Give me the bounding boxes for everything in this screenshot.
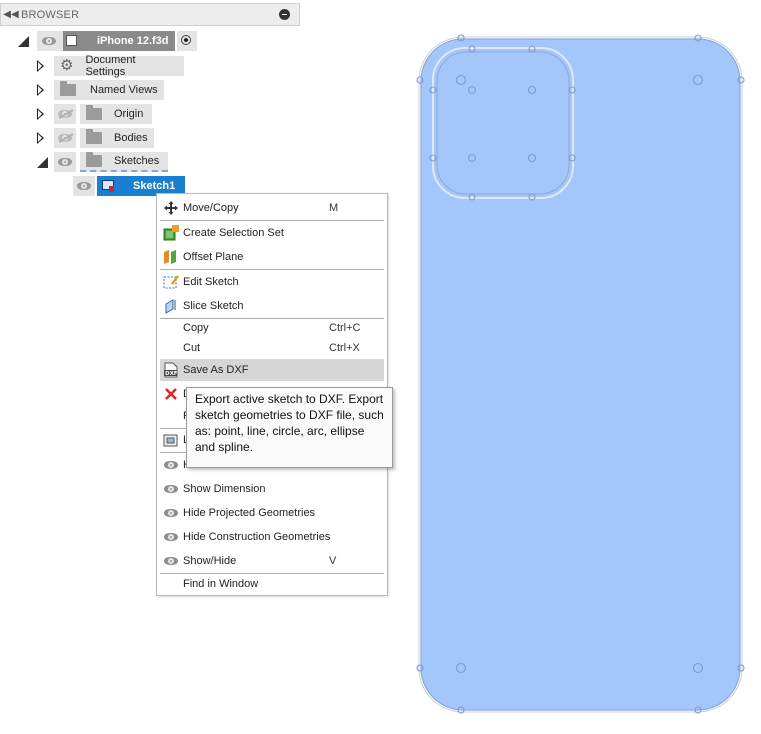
eye-icon[interactable] (58, 158, 72, 166)
expand-arrow-icon[interactable] (37, 60, 44, 72)
blank-icon (163, 576, 179, 592)
menu-item-label: Find in Window (183, 578, 259, 590)
document-name[interactable]: iPhone 12.f3d (81, 31, 175, 51)
menu-item-label: Save As DXF (183, 364, 249, 376)
document-visibility[interactable] (37, 31, 63, 51)
sketches-visibility[interactable] (54, 152, 76, 172)
menu-item-show-dimension[interactable]: Show Dimension (160, 478, 384, 500)
tree-item-label: Sketches (114, 155, 160, 167)
eye-icon (163, 481, 179, 497)
eye-icon (163, 553, 179, 569)
slice-sketch-icon (163, 298, 179, 314)
menu-item-create-selection-set[interactable]: Create Selection Set (160, 222, 384, 244)
menu-item-find-in-window[interactable]: Find in Window (160, 573, 384, 595)
document-component-icon (63, 31, 81, 51)
menu-item-edit-sketch[interactable]: Edit Sketch (160, 271, 384, 293)
folder-icon (86, 105, 102, 120)
collapse-panel-icon[interactable]: ◀◀ (1, 9, 21, 20)
bodies-node[interactable]: Bodies (80, 128, 154, 148)
menu-item-slice-sketch[interactable]: Slice Sketch (160, 295, 384, 317)
tree-item-label: Named Views (90, 84, 158, 96)
selection-set-icon (163, 225, 179, 241)
origin-node[interactable]: Origin (80, 104, 152, 124)
menu-separator (160, 269, 384, 270)
tree-row-document[interactable]: iPhone 12.f3d (18, 31, 197, 51)
tree-item-label: Bodies (114, 132, 148, 144)
menu-item-shortcut: V (329, 555, 337, 567)
menu-item-cut[interactable]: Cut Ctrl+X (160, 338, 384, 358)
camera-bump-outer[interactable] (432, 47, 574, 199)
menu-item-label: Show Dimension (183, 483, 266, 495)
eye-icon (163, 529, 179, 545)
look-at-icon (163, 432, 179, 448)
browser-title: BROWSER (21, 8, 80, 21)
menu-item-shortcut: Ctrl+X (329, 342, 360, 354)
folder-icon (86, 152, 102, 167)
folder-icon (86, 129, 102, 144)
sketch-lock-icon (109, 186, 114, 192)
offset-plane-icon (163, 249, 179, 265)
eye-hidden-icon[interactable] (58, 133, 74, 143)
eye-icon[interactable] (42, 37, 56, 45)
tree-row-bodies[interactable]: Bodies (37, 128, 154, 148)
expand-arrow-icon[interactable] (37, 108, 44, 120)
dxf-icon: DXF (163, 362, 179, 378)
tree-row-origin[interactable]: Origin (37, 104, 152, 124)
blank-icon (163, 408, 179, 424)
tree-row-sketches[interactable]: Sketches (37, 152, 168, 172)
document-settings-node[interactable]: ⚙ Document Settings (54, 54, 184, 78)
origin-visibility[interactable] (54, 104, 76, 124)
blank-icon (163, 320, 179, 336)
gear-icon: ⚙ (60, 57, 74, 74)
menu-item-hide-construction-geometries[interactable]: Hide Construction Geometries (160, 526, 384, 548)
menu-item-label: Show/Hide (183, 555, 237, 567)
minimize-panel-icon[interactable] (279, 9, 290, 20)
move-icon (163, 200, 179, 216)
delete-icon (163, 386, 179, 402)
menu-item-label: Hide Projected Geometries (183, 507, 316, 519)
menu-item-shortcut: Ctrl+C (329, 322, 361, 334)
svg-text:DXF: DXF (165, 371, 178, 377)
menu-item-label: Copy (183, 322, 209, 334)
menu-item-hide-projected-geometries[interactable]: Hide Projected Geometries (160, 502, 384, 524)
expand-document-icon[interactable] (18, 35, 29, 47)
eye-icon (163, 457, 179, 473)
tree-row-document-settings[interactable]: ⚙ Document Settings (37, 54, 184, 78)
menu-item-move-copy[interactable]: Move/Copy M (160, 197, 384, 219)
tooltip-save-as-dxf: Export active sketch to DXF. Export sket… (186, 387, 393, 468)
menu-item-offset-plane[interactable]: Offset Plane (160, 246, 384, 268)
eye-icon (163, 505, 179, 521)
menu-separator (160, 220, 384, 221)
menu-item-label: Edit Sketch (183, 276, 239, 288)
tree-row-named-views[interactable]: Named Views (37, 80, 164, 100)
menu-item-label: Move/Copy (183, 202, 239, 214)
eye-hidden-icon[interactable] (58, 109, 74, 119)
tree-item-label: Origin (114, 108, 144, 120)
menu-item-save-as-dxf[interactable]: DXF Save As DXF (160, 359, 384, 381)
expand-arrow-icon[interactable] (37, 84, 44, 96)
browser-header: ◀◀ BROWSER (0, 3, 300, 26)
folder-icon (60, 81, 76, 96)
named-views-node[interactable]: Named Views (54, 80, 164, 100)
eye-icon[interactable] (77, 182, 91, 190)
menu-item-copy[interactable]: Copy Ctrl+C (160, 318, 384, 338)
expand-arrow-icon[interactable] (37, 132, 44, 144)
activate-radio-icon[interactable] (176, 31, 197, 51)
blank-icon (163, 340, 179, 356)
sketch-canvas[interactable] (410, 28, 761, 718)
menu-item-label: Hide Construction Geometries (183, 531, 331, 543)
menu-item-show-hide[interactable]: Show/Hide V (160, 550, 384, 572)
edit-sketch-icon (163, 274, 179, 290)
menu-item-shortcut: M (329, 202, 339, 214)
collapse-arrow-icon[interactable] (37, 156, 48, 168)
sketches-node[interactable]: Sketches (80, 152, 168, 172)
menu-item-label: Offset Plane (183, 251, 244, 263)
menu-item-label: Cut (183, 342, 201, 354)
bodies-visibility[interactable] (54, 128, 76, 148)
menu-item-label: Create Selection Set (183, 227, 284, 239)
sketch1-visibility[interactable] (73, 176, 95, 196)
menu-item-label: Slice Sketch (183, 300, 244, 312)
tree-item-label: Document Settings (85, 54, 136, 78)
